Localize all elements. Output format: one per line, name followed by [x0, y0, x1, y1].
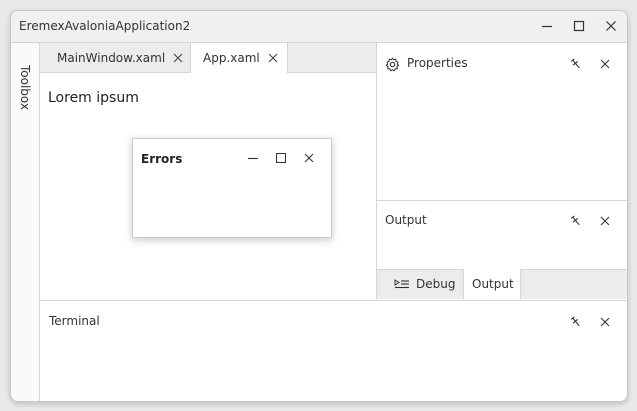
document-tab-strip: MainWindow.xaml App.xaml [40, 43, 376, 73]
debug-icon [394, 279, 409, 289]
maximize-icon [573, 20, 585, 32]
window-title: EremexAvaloniaApplication2 [19, 19, 191, 33]
close-icon[interactable] [304, 153, 314, 163]
tab-output-label: Output [472, 277, 514, 291]
close-icon[interactable] [173, 53, 183, 63]
minimize-icon[interactable] [248, 153, 258, 163]
output-panel: Output Debug Output [377, 201, 627, 299]
app-window: EremexAvaloniaApplication2 Toolbox MainW… [10, 10, 628, 402]
close-icon[interactable] [268, 53, 278, 63]
terminal-panel: Terminal [40, 300, 627, 401]
gear-icon [385, 57, 400, 72]
tab-debug-label: Debug [416, 277, 456, 291]
tab-label: App.xaml [203, 51, 260, 65]
tab-app-xaml[interactable]: App.xaml [190, 43, 288, 73]
minimize-icon [542, 25, 552, 28]
tab-output[interactable]: Output [463, 269, 521, 299]
toolbox-strip[interactable]: Toolbox [11, 43, 40, 401]
title-bar[interactable]: EremexAvaloniaApplication2 [11, 11, 627, 43]
toolbox-label[interactable]: Toolbox [18, 65, 32, 110]
close-icon [606, 21, 616, 31]
close-icon[interactable] [599, 316, 611, 328]
tab-mainwindow-xaml[interactable]: MainWindow.xaml [40, 43, 190, 72]
errors-window-title: Errors [141, 152, 183, 166]
close-icon[interactable] [599, 215, 611, 227]
tab-label: MainWindow.xaml [57, 51, 166, 65]
maximize-button[interactable] [563, 11, 595, 42]
close-icon[interactable] [599, 58, 611, 70]
document-content: Lorem ipsum [48, 90, 139, 106]
errors-floating-window[interactable]: Errors [132, 138, 332, 238]
close-button[interactable] [595, 11, 627, 42]
output-tab-strip: Debug Output [377, 269, 627, 299]
properties-panel: Properties [377, 43, 627, 201]
minimize-button[interactable] [531, 11, 563, 42]
tab-debug[interactable]: Debug [377, 270, 463, 299]
terminal-title: Terminal [49, 314, 100, 328]
pin-icon[interactable] [570, 58, 582, 70]
pin-icon[interactable] [570, 215, 582, 227]
pin-icon[interactable] [570, 316, 582, 328]
properties-title: Properties [407, 56, 468, 70]
maximize-icon[interactable] [276, 153, 286, 163]
output-title: Output [385, 213, 427, 227]
